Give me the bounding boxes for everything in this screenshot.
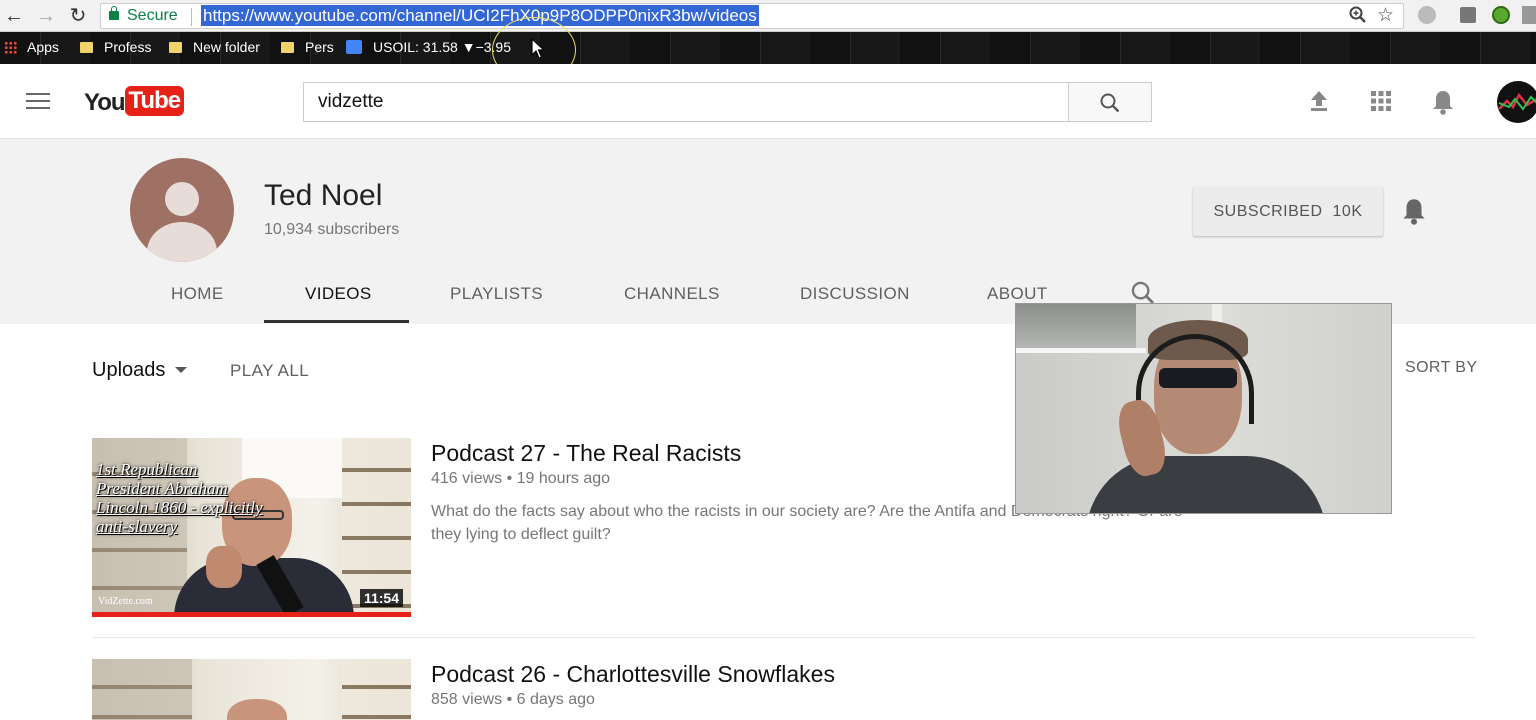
apps-icon[interactable] [1368,88,1396,116]
video-meta: 858 views • 6 days ago [431,691,595,708]
bookmark-profess[interactable]: Profess [80,38,151,56]
row-divider [92,637,1476,638]
bookmark-pers[interactable]: Pers [281,38,334,56]
play-all-button[interactable]: PLAY ALL [230,361,309,381]
caret-down-icon [175,367,188,373]
lock-icon [109,6,119,20]
reload-icon[interactable]: ↻ [66,4,90,28]
video-thumbnail[interactable] [92,659,411,720]
youtube-header: You Tube vidzette [0,64,1536,139]
bookmark-usoil[interactable]: USOIL: 31.58 ▼−3.95 [346,38,511,56]
sort-by-button[interactable]: SORT BY [1405,359,1477,377]
secure-label: Secure [127,7,178,24]
channel-notification-bell-icon[interactable] [1400,196,1428,226]
tab-about[interactable]: ABOUT [987,284,1048,304]
video-meta: 416 views • 19 hours ago [431,470,611,487]
thumbnail-watermark: VidZette.com [98,596,153,607]
channel-name: Ted Noel [264,179,383,212]
browser-toolbar: ← → ↻ Secure https://www.youtube.com/cha… [0,0,1536,32]
search-button[interactable] [1068,82,1152,122]
back-arrow-icon[interactable]: ← [2,4,26,28]
bookmark-apps[interactable]: Apps [4,38,59,56]
active-tab-indicator [264,320,409,323]
extension-icon-2[interactable] [1522,6,1536,24]
extension-icon[interactable] [1460,7,1476,23]
url-text[interactable]: https://www.youtube.com/channel/UCI2FhX0… [201,5,759,26]
tab-home[interactable]: HOME [171,284,224,304]
mouse-cursor-icon [531,38,545,59]
bookmark-star-icon[interactable]: ☆ [1377,4,1394,27]
menu-icon[interactable] [26,93,50,111]
webcam-overlay [1015,303,1392,514]
subscribed-label: SUBSCRIBED [1213,203,1323,220]
video-duration: 11:54 [359,589,403,607]
tab-discussion[interactable]: DISCUSSION [800,284,910,304]
usoil-icon [346,40,362,54]
thumbnail-caption: 1st Republican President Abraham Lincoln… [96,460,263,536]
video-thumbnail[interactable]: 1st Republican President Abraham Lincoln… [92,438,411,617]
bookmark-new-folder[interactable]: New folder [169,38,260,56]
avatar-body [147,222,217,262]
tab-channels[interactable]: CHANNELS [624,284,720,304]
search-icon [1100,93,1120,113]
watch-progress-bar [92,612,411,617]
folder-icon [281,42,294,53]
tab-videos[interactable]: VIDEOS [305,284,372,304]
extension-drive-icon[interactable] [1418,6,1436,24]
avatar-head [165,182,199,216]
video-title[interactable]: Podcast 26 - Charlottesville Snowflakes [431,661,835,688]
subscribed-count: 10K [1332,203,1363,220]
tab-playlists[interactable]: PLAYLISTS [450,284,543,304]
bookmarks-bar: Apps Profess New folder Pers USOIL: 31.5… [0,32,1536,64]
address-bar[interactable]: Secure https://www.youtube.com/channel/U… [100,3,1404,29]
secure-indicator[interactable]: Secure [109,6,178,25]
video-title[interactable]: Podcast 27 - The Real Racists [431,440,741,467]
search-input[interactable]: vidzette [303,82,1069,122]
omnibox-separator [191,8,192,26]
account-avatar[interactable] [1497,81,1536,123]
notifications-bell-icon[interactable] [1430,88,1458,116]
uploads-dropdown[interactable]: Uploads [92,359,188,382]
forward-arrow-icon[interactable]: → [34,4,58,28]
apps-grid-icon [4,41,17,54]
channel-avatar[interactable] [130,158,234,262]
youtube-logo[interactable]: You Tube [84,86,185,118]
subscriber-count: 10,934 subscribers [264,221,400,238]
wall-picture [1016,304,1136,352]
folder-icon [169,42,182,53]
account-avatar-image [1498,92,1536,111]
extension-lastpass-icon[interactable] [1492,6,1510,24]
subscribed-button[interactable]: SUBSCRIBED 10K [1193,187,1383,236]
zoom-icon[interactable] [1349,6,1367,29]
folder-icon [80,42,93,53]
upload-icon[interactable] [1306,88,1334,116]
